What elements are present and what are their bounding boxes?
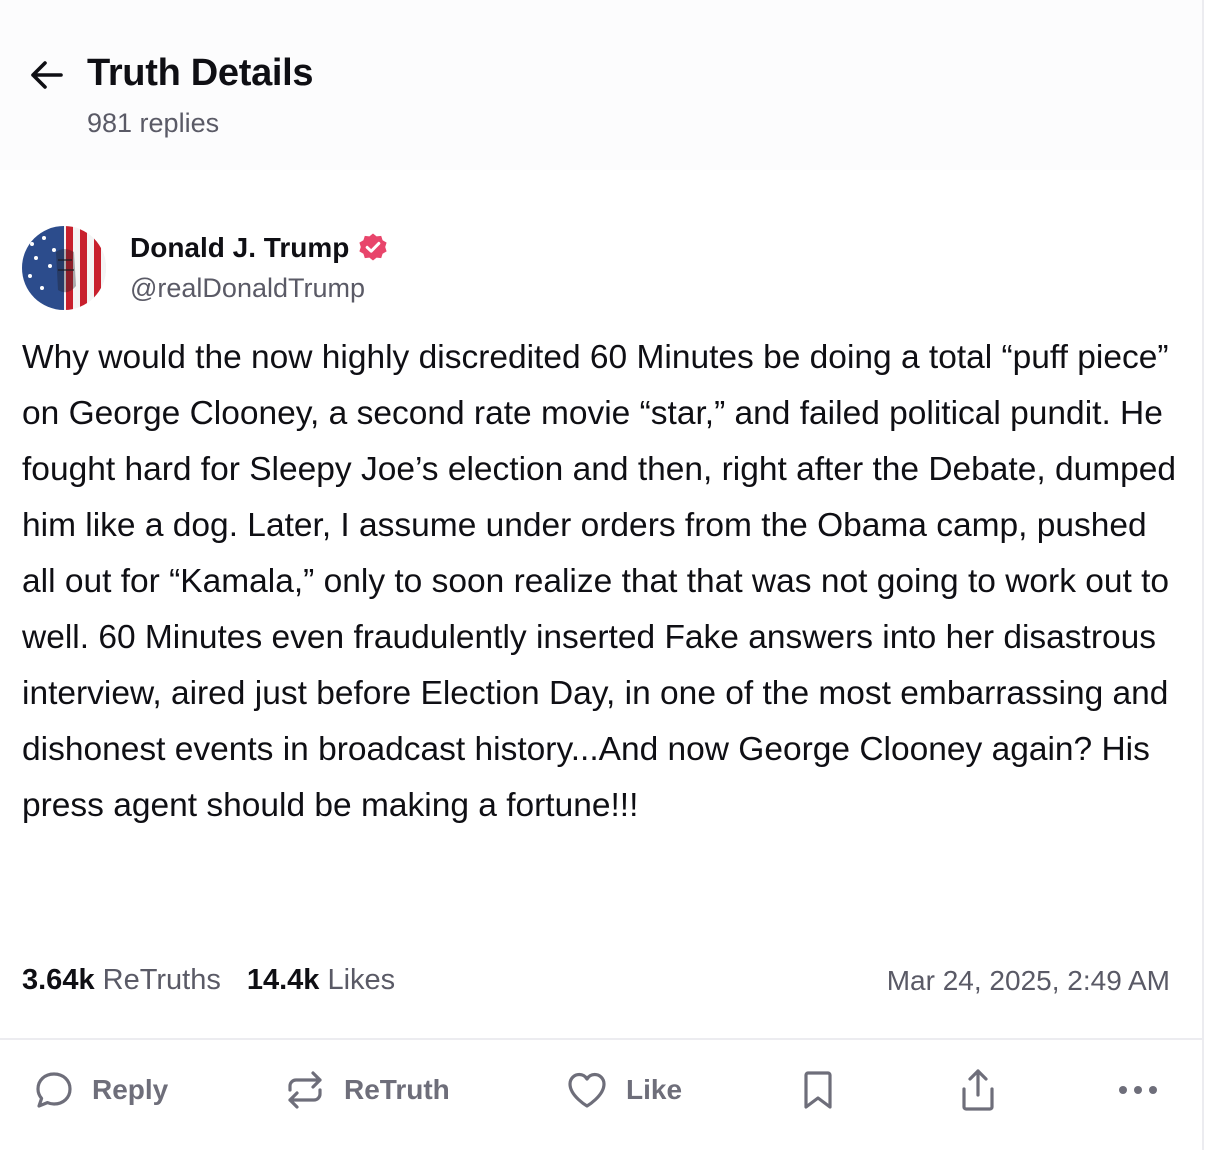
reply-count: 981 replies bbox=[87, 108, 220, 138]
reply-bubble-icon bbox=[36, 1072, 72, 1108]
avatar-image bbox=[22, 226, 106, 310]
more-dots-icon bbox=[1119, 1086, 1157, 1094]
retruth-label: ReTruth bbox=[344, 1074, 450, 1105]
bookmark-icon bbox=[804, 1071, 832, 1109]
page-header: Truth Details 981 replies bbox=[0, 0, 1202, 170]
avatar[interactable] bbox=[22, 226, 106, 310]
likes-label: Likes bbox=[327, 964, 396, 996]
retruths-stat[interactable]: 3.64k ReTruths bbox=[22, 964, 221, 997]
share-button[interactable] bbox=[958, 1062, 998, 1118]
author-name-row: Donald J. Trump bbox=[130, 232, 389, 264]
author-handle[interactable]: @realDonaldTrump bbox=[130, 273, 389, 304]
more-options-button[interactable] bbox=[1116, 1062, 1160, 1118]
arrow-left-icon bbox=[31, 61, 63, 89]
likes-stat[interactable]: 14.4k Likes bbox=[247, 964, 395, 997]
author-name[interactable]: Donald J. Trump bbox=[130, 232, 349, 264]
author-info: Donald J. Trump @realDonaldTrump bbox=[130, 226, 389, 304]
heart-icon bbox=[568, 1072, 606, 1108]
divider bbox=[0, 1038, 1204, 1040]
truth-details-page: Truth Details 981 replies Donald J. Trum… bbox=[0, 0, 1204, 1150]
reply-button[interactable]: Reply bbox=[34, 1062, 168, 1118]
retruth-repeat-icon bbox=[288, 1071, 322, 1109]
post-timestamp: Mar 24, 2025, 2:49 AM bbox=[886, 964, 1170, 996]
back-button[interactable] bbox=[26, 55, 66, 95]
verified-badge-icon bbox=[359, 233, 387, 261]
like-label: Like bbox=[626, 1074, 683, 1105]
like-button[interactable]: Like bbox=[566, 1062, 682, 1118]
likes-count: 14.4k bbox=[246, 964, 320, 996]
bookmark-button[interactable] bbox=[800, 1062, 836, 1118]
action-bar: Reply ReTruth Like bbox=[0, 1062, 1204, 1118]
post-stats: 3.64k ReTruths 14.4k Likes Mar 24, 2025,… bbox=[22, 964, 1170, 997]
retruth-button[interactable]: ReTruth bbox=[284, 1062, 450, 1118]
reply-label: Reply bbox=[92, 1074, 169, 1105]
retruths-label: ReTruths bbox=[102, 964, 221, 996]
post-author: Donald J. Trump @realDonaldTrump bbox=[22, 226, 389, 310]
share-icon bbox=[962, 1069, 994, 1111]
retruths-count: 3.64k bbox=[22, 964, 95, 996]
page-title: Truth Details bbox=[87, 52, 314, 94]
post-text: Why would the now highly discredited 60 … bbox=[22, 339, 1177, 824]
